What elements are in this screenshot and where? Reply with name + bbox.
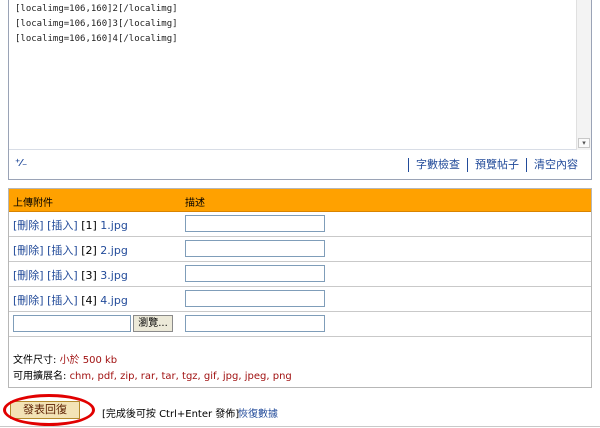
vertical-scrollbar[interactable]: ▾: [576, 0, 591, 150]
upload-column-header: 上傳附件: [13, 198, 53, 209]
attachment-filename[interactable]: 1.jpg: [100, 219, 128, 232]
editor-frame: [localimg=106,160]2[/localimg] [localimg…: [8, 0, 592, 180]
attachment-index: [1]: [81, 219, 97, 232]
attachment-row: [刪除] [插入] [2] 2.jpg: [9, 237, 591, 262]
word-count-button[interactable]: 字數檢查: [408, 158, 467, 172]
shortcut-hint: [完成後可按 Ctrl+Enter 發佈]: [102, 409, 240, 420]
attachment-row: [刪除] [插入] [4] 4.jpg: [9, 287, 591, 312]
preview-post-button[interactable]: 預覽帖子: [467, 158, 526, 172]
browse-button[interactable]: 瀏覽...: [133, 315, 173, 332]
extensions-info: 可用擴展名: chm, pdf, zip, rar, tar, tgz, gif…: [13, 367, 292, 382]
extensions-value: chm, pdf, zip, rar, tar, tgz, gif, jpg, …: [69, 371, 292, 382]
attachment-filename[interactable]: 3.jpg: [100, 269, 128, 282]
insert-attachment-link[interactable]: [插入]: [47, 244, 78, 257]
delete-attachment-link[interactable]: [刪除]: [13, 219, 44, 232]
description-input[interactable]: [185, 215, 325, 232]
file-path-input[interactable]: [13, 315, 131, 332]
attachment-filename[interactable]: 2.jpg: [100, 244, 128, 257]
file-size-value: 小於 500 kb: [59, 355, 118, 366]
insert-attachment-link[interactable]: [插入]: [47, 269, 78, 282]
description-input[interactable]: [185, 290, 325, 307]
file-size-label: 文件尺寸:: [13, 355, 57, 366]
attachments-panel: 上傳附件 描述 [刪除] [插入] [1] 1.jpg [刪除] [插入] [2…: [8, 188, 592, 388]
description-input[interactable]: [185, 240, 325, 257]
description-input[interactable]: [185, 315, 325, 332]
attachment-index: [4]: [81, 294, 97, 307]
description-column-header: 描述: [185, 198, 205, 209]
message-textarea[interactable]: [localimg=106,160]2[/localimg] [localimg…: [9, 0, 591, 150]
message-line: [localimg=106,160]3[/localimg]: [15, 19, 178, 29]
scroll-down-arrow-icon[interactable]: ▾: [578, 138, 590, 148]
clear-content-button[interactable]: 清空內容: [526, 158, 585, 172]
file-size-info: 文件尺寸: 小於 500 kb: [13, 351, 117, 366]
insert-attachment-link[interactable]: [插入]: [47, 219, 78, 232]
message-line: [localimg=106,160]4[/localimg]: [15, 34, 178, 44]
new-attachment-row: 瀏覽...: [9, 312, 591, 337]
attachment-filename[interactable]: 4.jpg: [100, 294, 128, 307]
message-line: [localimg=106,160]2[/localimg]: [15, 4, 178, 14]
delete-attachment-link[interactable]: [刪除]: [13, 244, 44, 257]
description-input[interactable]: [185, 265, 325, 282]
submit-bar: 發表回復 [完成後可按 Ctrl+Enter 發佈] 恢復數據: [0, 392, 600, 428]
editor-toolbar: ⁺⁄₋ 字數檢查 預覽帖子 清空內容: [9, 150, 591, 180]
extensions-label: 可用擴展名:: [13, 371, 67, 382]
attachment-row: [刪除] [插入] [3] 3.jpg: [9, 262, 591, 287]
attachment-index: [3]: [81, 269, 97, 282]
resize-editor-icon[interactable]: ⁺⁄₋: [15, 158, 27, 169]
attachments-header: 上傳附件 描述: [9, 189, 591, 212]
attachment-index: [2]: [81, 244, 97, 257]
message-lines: [localimg=106,160]2[/localimg] [localimg…: [15, 2, 178, 47]
insert-attachment-link[interactable]: [插入]: [47, 294, 78, 307]
delete-attachment-link[interactable]: [刪除]: [13, 294, 44, 307]
divider: [0, 426, 600, 427]
attachment-row: [刪除] [插入] [1] 1.jpg: [9, 212, 591, 237]
restore-data-link[interactable]: 恢復數據: [238, 405, 278, 420]
highlight-circle: [3, 394, 95, 426]
editor-toolbar-buttons: 字數檢查 預覽帖子 清空內容: [408, 158, 585, 172]
delete-attachment-link[interactable]: [刪除]: [13, 269, 44, 282]
